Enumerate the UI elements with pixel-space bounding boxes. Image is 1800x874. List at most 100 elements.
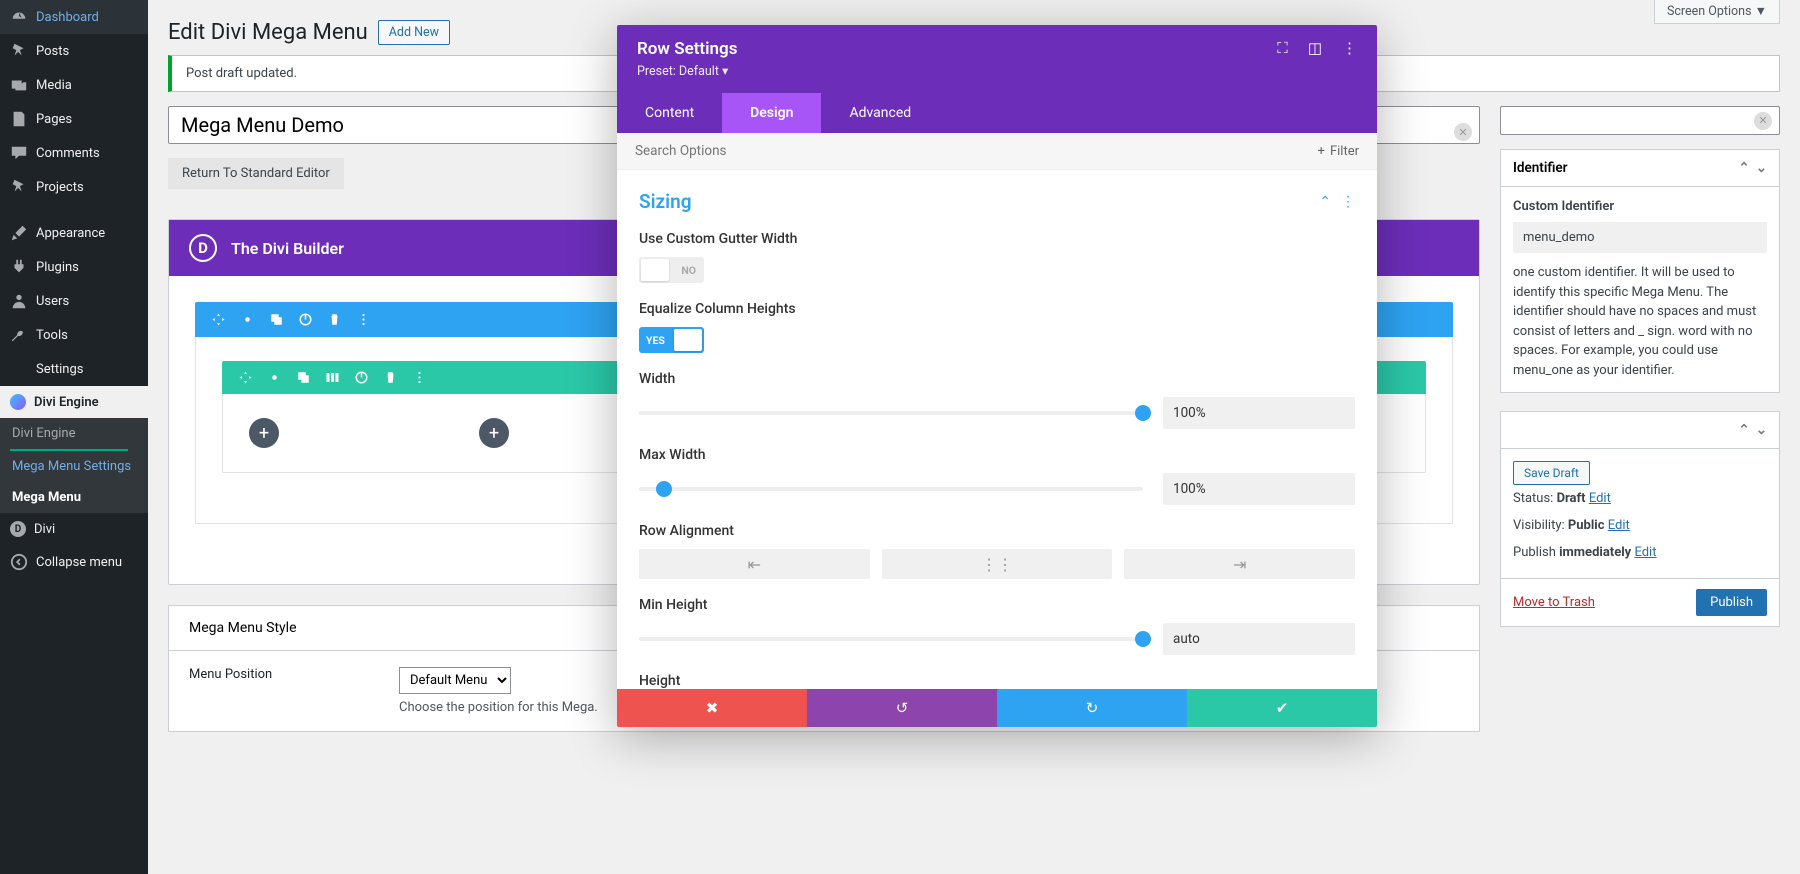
clear-icon[interactable]: ✕ <box>1754 112 1772 130</box>
identifier-subtitle: Custom Identifier <box>1513 199 1767 214</box>
chevron-down-icon[interactable]: ⌄ <box>1756 422 1767 438</box>
minheight-slider[interactable] <box>639 637 1143 641</box>
dashboard-icon <box>10 8 28 26</box>
gear-icon[interactable] <box>267 370 282 385</box>
sidebar-item-plugins[interactable]: Plugins <box>0 250 148 284</box>
return-standard-editor-button[interactable]: Return To Standard Editor <box>168 158 344 189</box>
modal-search-bar: +Filter <box>617 133 1377 170</box>
publish-button[interactable]: Publish <box>1696 589 1767 616</box>
more-icon[interactable]: ⋮ <box>1341 194 1355 210</box>
divi-builder-title: The Divi Builder <box>231 239 344 258</box>
power-icon[interactable] <box>298 312 313 327</box>
sidebar-item-posts[interactable]: Posts <box>0 34 148 68</box>
maxwidth-input[interactable] <box>1163 473 1355 505</box>
menu-position-label: Menu Position <box>189 667 369 682</box>
tab-content[interactable]: Content <box>617 93 722 133</box>
settings-icon <box>10 360 28 378</box>
chevron-down-icon[interactable]: ⌄ <box>1756 160 1767 176</box>
section-sizing-title[interactable]: Sizing <box>639 190 692 213</box>
sidebar-item-divi[interactable]: DDivi <box>0 513 148 545</box>
divi-icon: D <box>10 521 26 537</box>
add-module-button[interactable]: + <box>249 418 279 448</box>
permalink-input[interactable] <box>1500 106 1780 135</box>
sidebox-publish: ⌃⌄ Save Draft Status: Draft Edit Visibil… <box>1500 411 1780 627</box>
sidebar-item-settings[interactable]: Settings <box>0 352 148 386</box>
height-label: Height <box>639 673 1355 689</box>
modal-body: Sizing ⌃⋮ Use Custom Gutter Width NO Equ… <box>617 170 1377 689</box>
screen-options-toggle[interactable]: Screen Options ▼ <box>1654 0 1780 24</box>
pin-icon <box>10 42 28 60</box>
minheight-input[interactable] <box>1163 623 1355 655</box>
filter-button[interactable]: +Filter <box>1318 144 1359 159</box>
clear-title-icon[interactable]: ✕ <box>1454 123 1472 141</box>
sidebar-item-dashboard[interactable]: Dashboard <box>0 0 148 34</box>
redo-button[interactable]: ↻ <box>997 689 1187 727</box>
divi-engine-icon <box>10 394 26 410</box>
sidebar-subitem-settings[interactable]: Mega Menu Settings <box>0 451 148 482</box>
identifier-description: one custom identifier. It will be used t… <box>1513 263 1767 380</box>
gear-icon[interactable] <box>240 312 255 327</box>
undo-button[interactable]: ↺ <box>807 689 997 727</box>
edit-visibility-link[interactable]: Edit <box>1608 518 1630 533</box>
equalize-toggle[interactable]: YES <box>639 327 704 353</box>
tab-advanced[interactable]: Advanced <box>821 93 939 133</box>
more-icon[interactable]: ⋮ <box>1342 39 1357 57</box>
sidebar-submenu: Divi Engine Mega Menu Settings Mega Menu <box>0 418 148 513</box>
sidebar-item-collapse[interactable]: Collapse menu <box>0 545 148 579</box>
row-settings-modal: Row Settings Preset: Default ▾ ⛶ ◫ ⋮ Con… <box>617 25 1377 727</box>
duplicate-icon[interactable] <box>296 370 311 385</box>
modal-footer: ✖ ↺ ↻ ✔ <box>617 689 1377 727</box>
edit-status-link[interactable]: Edit <box>1589 491 1611 506</box>
sidebar-item-divi-engine[interactable]: Divi Engine <box>0 386 148 418</box>
sidebar-item-users[interactable]: Users <box>0 284 148 318</box>
sidebar-item-comments[interactable]: Comments <box>0 136 148 170</box>
sidebox-identifier: Identifier ⌃⌄ Custom Identifier menu_dem… <box>1500 149 1780 393</box>
power-icon[interactable] <box>354 370 369 385</box>
snap-icon[interactable]: ◫ <box>1308 39 1322 57</box>
duplicate-icon[interactable] <box>269 312 284 327</box>
page-title: Edit Divi Mega Menu <box>168 20 368 45</box>
save-button[interactable]: ✔ <box>1187 689 1377 727</box>
identifier-value[interactable]: menu_demo <box>1513 222 1767 253</box>
user-icon <box>10 292 28 310</box>
chevron-up-icon[interactable]: ⌃ <box>1738 160 1749 176</box>
sidebar-item-projects[interactable]: Projects <box>0 170 148 204</box>
save-draft-button[interactable]: Save Draft <box>1513 461 1590 485</box>
move-icon[interactable] <box>238 370 253 385</box>
sidebar-item-media[interactable]: Media <box>0 68 148 102</box>
columns-icon[interactable] <box>325 370 340 385</box>
trash-icon[interactable] <box>327 312 342 327</box>
more-icon[interactable] <box>412 370 427 385</box>
sidebar-item-tools[interactable]: Tools <box>0 318 148 352</box>
brush-icon <box>10 224 28 242</box>
gutter-width-toggle[interactable]: NO <box>639 257 704 283</box>
maxwidth-label: Max Width <box>639 447 1355 463</box>
trash-icon[interactable] <box>383 370 398 385</box>
modal-preset[interactable]: Preset: Default ▾ <box>637 63 737 79</box>
width-slider[interactable] <box>639 411 1143 415</box>
edit-publish-link[interactable]: Edit <box>1634 545 1656 560</box>
expand-icon[interactable]: ⛶ <box>1277 39 1288 57</box>
width-input[interactable] <box>1163 397 1355 429</box>
media-icon <box>10 76 28 94</box>
tab-design[interactable]: Design <box>722 93 821 133</box>
add-module-button[interactable]: + <box>479 418 509 448</box>
align-left-button[interactable]: ⇤ <box>639 549 870 579</box>
chevron-up-icon[interactable]: ⌃ <box>1738 422 1749 438</box>
more-icon[interactable] <box>356 312 371 327</box>
modal-header: Row Settings Preset: Default ▾ ⛶ ◫ ⋮ <box>617 25 1377 93</box>
sidebar-item-pages[interactable]: Pages <box>0 102 148 136</box>
move-icon[interactable] <box>211 312 226 327</box>
maxwidth-slider[interactable] <box>639 487 1143 491</box>
chevron-up-icon[interactable]: ⌃ <box>1319 194 1331 210</box>
sidebar-subitem-engine[interactable]: Divi Engine <box>0 418 148 449</box>
search-options-input[interactable] <box>635 143 1318 159</box>
move-to-trash-link[interactable]: Move to Trash <box>1513 595 1595 610</box>
align-center-button[interactable]: ⋮⋮ <box>882 549 1113 579</box>
sidebar-item-appearance[interactable]: Appearance <box>0 216 148 250</box>
menu-position-select[interactable]: Default Menu <box>399 667 511 694</box>
align-right-button[interactable]: ⇥ <box>1124 549 1355 579</box>
cancel-button[interactable]: ✖ <box>617 689 807 727</box>
add-new-button[interactable]: Add New <box>378 20 450 45</box>
sidebar-subitem-mega-menu[interactable]: Mega Menu <box>0 482 148 513</box>
